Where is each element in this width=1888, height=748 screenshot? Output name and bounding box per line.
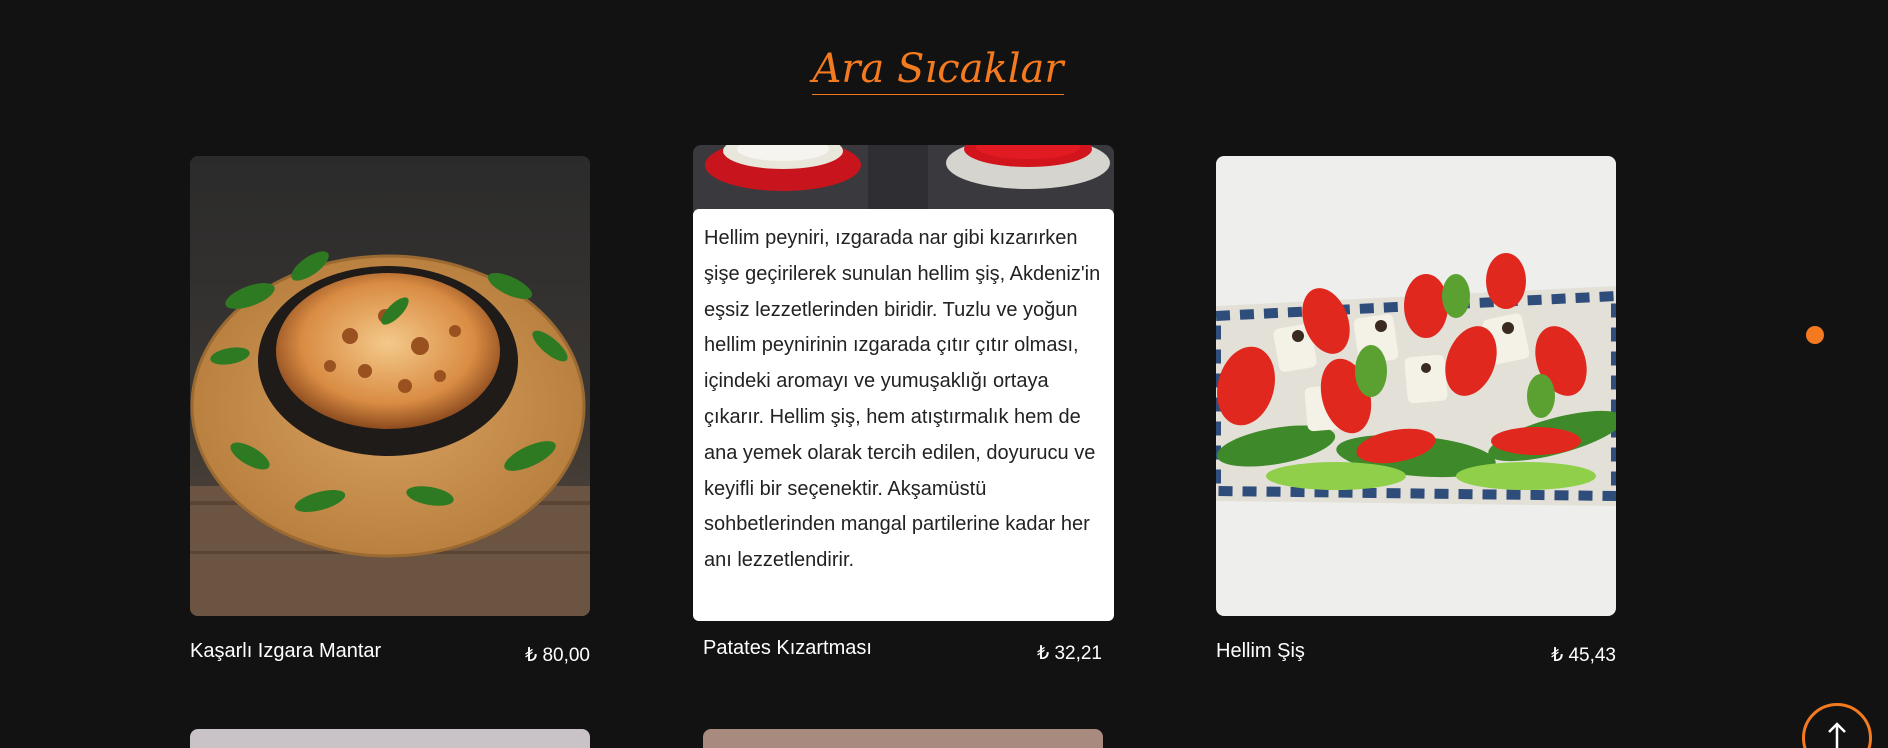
product-card-next-row[interactable] [703,729,1103,748]
section-title: Ara Sıcaklar [812,46,1064,95]
product-card-hovered[interactable]: Hellim peyniri, ızgarada nar gibi kızarı… [693,145,1114,664]
product-card[interactable]: Hellim Şiş ₺ 45,43 [1216,156,1616,666]
product-description: Hellim peyniri, ızgarada nar gibi kızarı… [693,209,1114,621]
scroll-to-top-button[interactable] [1802,703,1872,748]
carousel-dot-icon[interactable] [1806,326,1824,344]
baked-mushroom-skillet-image[interactable] [190,156,590,616]
section-header: Ara Sıcaklar [0,46,1876,95]
arrow-up-icon [1827,722,1847,748]
product-name: Patates Kızartması [703,637,872,659]
page: Ara Sıcaklar Kaşarlı Izgara Mantar ₺ 80,… [0,0,1888,748]
product-card[interactable]: Kaşarlı Izgara Mantar ₺ 80,00 [190,156,590,666]
product-card-next-row[interactable] [190,729,590,748]
product-name: Kaşarlı Izgara Mantar [190,640,382,662]
sauce-cups-image[interactable] [693,145,1114,211]
product-price: ₺ 32,21 [1037,643,1102,664]
product-price: ₺ 80,00 [525,645,590,666]
product-price: ₺ 45,43 [1551,645,1616,666]
halloumi-skewer-plate-image[interactable] [1216,156,1616,616]
product-name: Hellim Şiş [1216,640,1305,662]
